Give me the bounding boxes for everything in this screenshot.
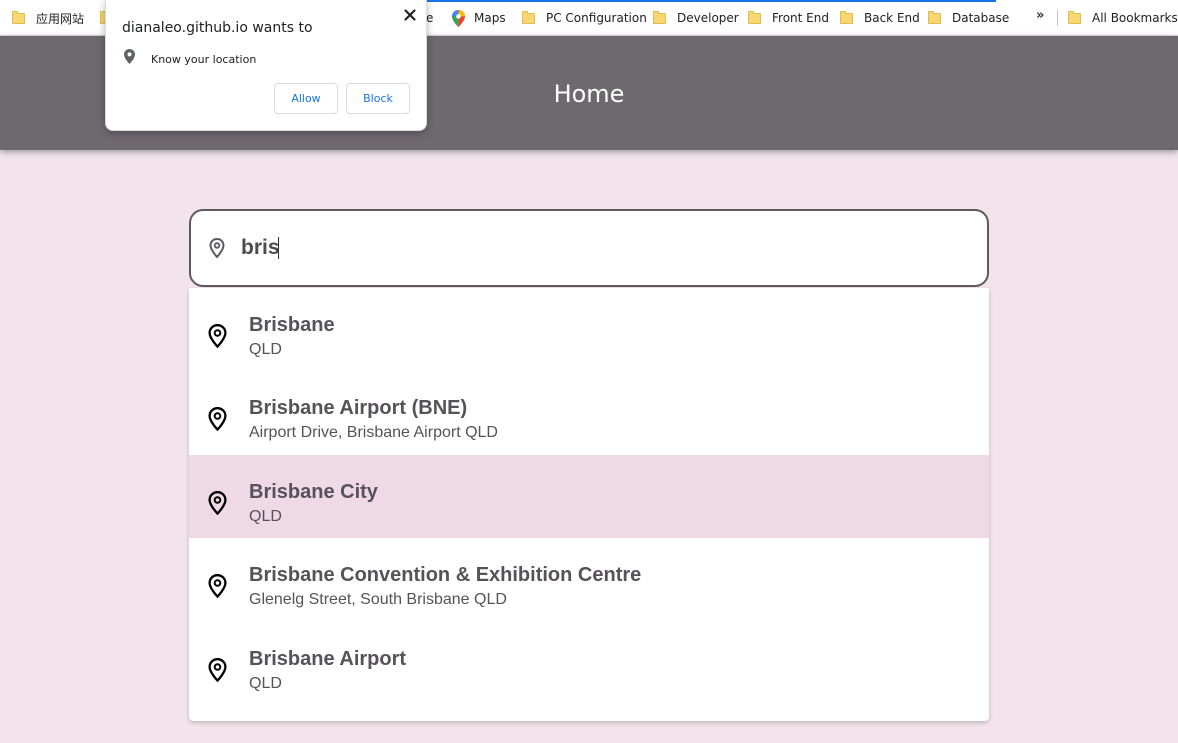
suggestion-item[interactable]: Brisbane Airport (BNE) Airport Drive, Br… bbox=[189, 371, 989, 454]
text-caret bbox=[278, 237, 279, 259]
close-icon[interactable] bbox=[403, 8, 417, 22]
folder-icon bbox=[522, 10, 535, 24]
bookmark-front-end[interactable]: Front End bbox=[748, 9, 829, 27]
divider bbox=[1057, 10, 1058, 26]
bookmark-pc-configuration[interactable]: PC Configuration bbox=[522, 9, 647, 27]
suggestion-item[interactable]: Brisbane QLD bbox=[189, 288, 989, 371]
suggestion-title: Brisbane Convention & Exhibition Centre bbox=[249, 564, 642, 587]
permission-request-row: Know your location bbox=[124, 49, 256, 69]
suggestion-item[interactable]: Brisbane Convention & Exhibition Centre … bbox=[189, 538, 989, 621]
location-pin-icon bbox=[208, 324, 227, 353]
location-pin-icon bbox=[124, 49, 135, 69]
bookmark-partial-label[interactable]: e bbox=[426, 9, 433, 27]
folder-icon bbox=[12, 10, 25, 24]
allow-button[interactable]: Allow bbox=[274, 83, 338, 114]
bookmark-label: Database bbox=[952, 11, 1010, 25]
search-field[interactable] bbox=[189, 209, 989, 287]
suggestion-subtitle: Airport Drive, Brisbane Airport QLD bbox=[249, 424, 498, 442]
folder-icon bbox=[748, 10, 761, 24]
location-pin-icon bbox=[208, 407, 227, 436]
maps-icon bbox=[452, 9, 465, 27]
suggestion-title: Brisbane Airport bbox=[249, 647, 407, 670]
bookmark-label: e bbox=[426, 11, 434, 25]
bookmark-back-end[interactable]: Back End bbox=[840, 9, 920, 27]
bookmark-label: All Bookmarks bbox=[1092, 11, 1178, 25]
block-button[interactable]: Block bbox=[346, 83, 410, 114]
location-pin-icon bbox=[208, 657, 227, 687]
permission-title: dianaleo.github.io wants to bbox=[122, 20, 313, 36]
folder-icon bbox=[653, 10, 666, 24]
bookmark-maps[interactable]: Maps bbox=[452, 9, 506, 27]
suggestion-title: Brisbane bbox=[249, 314, 335, 336]
suggestion-title: Brisbane City bbox=[249, 480, 378, 503]
bookmark-label: PC Configuration bbox=[546, 11, 647, 25]
suggestion-subtitle: QLD bbox=[249, 507, 282, 525]
bookmark-label: Maps bbox=[474, 11, 506, 25]
suggestion-subtitle: Glenelg Street, South Brisbane QLD bbox=[249, 591, 507, 609]
suggestion-item-active[interactable]: Brisbane City QLD bbox=[189, 454, 989, 539]
location-pin-icon bbox=[208, 490, 227, 520]
bookmark-database[interactable]: Database bbox=[928, 9, 1009, 27]
suggestions-dropdown: Brisbane QLD Brisbane Airport (BNE) Airp… bbox=[189, 288, 989, 721]
bookmark-all-bookmarks[interactable]: All Bookmarks bbox=[1068, 9, 1178, 27]
bookmarks-overflow-icon[interactable]: » bbox=[1036, 8, 1044, 23]
location-pin-icon bbox=[208, 574, 227, 603]
bookmark-developer[interactable]: Developer bbox=[653, 9, 739, 27]
location-permission-popup: dianaleo.github.io wants to Know your lo… bbox=[105, 0, 427, 131]
folder-icon bbox=[928, 10, 941, 24]
suggestion-item[interactable]: Brisbane Airport QLD bbox=[189, 622, 989, 705]
suggestion-subtitle: QLD bbox=[249, 674, 282, 692]
suggestion-title: Brisbane Airport (BNE) bbox=[249, 397, 468, 420]
permission-request-text: Know your location bbox=[151, 52, 257, 66]
folder-icon bbox=[840, 10, 853, 24]
bookmark-label: Developer bbox=[677, 11, 739, 25]
bookmark-apps[interactable]: 应用网站 bbox=[12, 9, 84, 27]
location-pin-icon bbox=[209, 237, 225, 263]
bookmark-label: Front End bbox=[772, 11, 829, 25]
folder-icon bbox=[1068, 10, 1081, 24]
suggestion-subtitle: QLD bbox=[249, 341, 282, 358]
tab-accent-line bbox=[420, 0, 996, 2]
search-input[interactable] bbox=[241, 229, 941, 267]
bookmark-label: 应用网站 bbox=[36, 11, 85, 26]
bookmark-label: Back End bbox=[864, 11, 920, 25]
